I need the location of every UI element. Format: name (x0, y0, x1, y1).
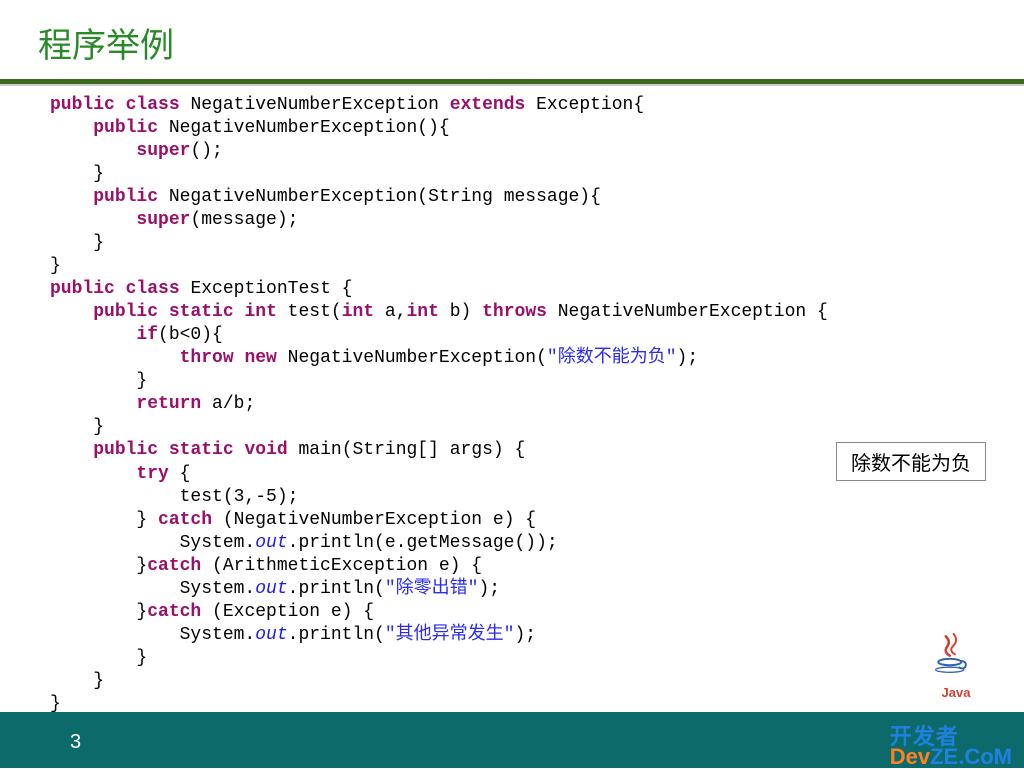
footer-bar (0, 712, 1024, 768)
page-number: 3 (70, 731, 81, 754)
code-block: public class NegativeNumberException ext… (0, 86, 1024, 716)
java-logo-icon: Java (926, 630, 986, 708)
slide-title: 程序举例 (0, 0, 1024, 79)
program-output: 除数不能为负 (836, 442, 986, 481)
java-label: Java (926, 685, 986, 700)
devze-en: DevZE.CoM (890, 747, 1012, 766)
devze-watermark: 开发者 DevZE.CoM (890, 727, 1012, 766)
